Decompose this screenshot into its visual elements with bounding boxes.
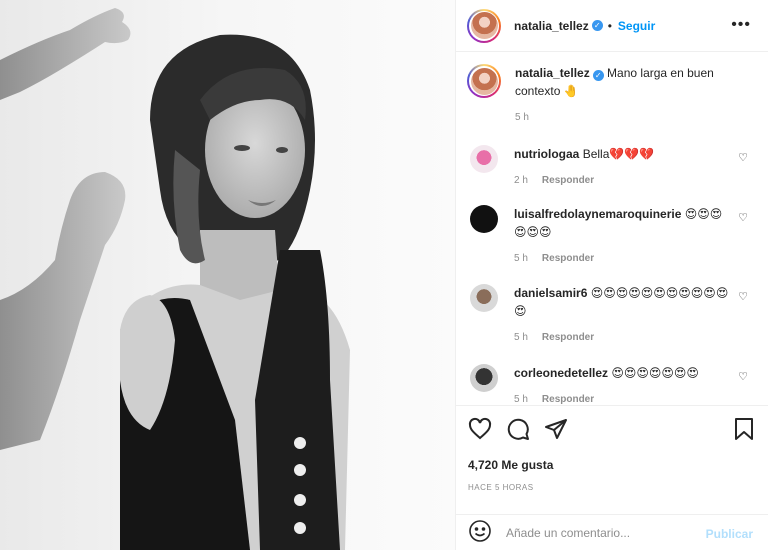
comments-section[interactable]: natalia_tellez ✓ Mano larga en buen conte…: [456, 53, 768, 405]
comment-input[interactable]: [506, 525, 696, 540]
heart-icon[interactable]: [468, 417, 492, 441]
comment-time[interactable]: 2 h: [514, 175, 528, 186]
comment-like-heart-icon[interactable]: ♡: [738, 211, 748, 224]
reply-button[interactable]: Responder: [542, 394, 594, 405]
commenter-username[interactable]: luisalfredolaynemaroquinerie: [514, 207, 681, 221]
commenter-username[interactable]: corleonedetellez: [514, 366, 608, 380]
post-photo[interactable]: [0, 0, 455, 550]
reply-button[interactable]: Responder: [542, 175, 594, 186]
comment-composer: Publicar: [456, 514, 768, 550]
publish-button[interactable]: Publicar: [706, 527, 753, 541]
caption-avatar[interactable]: [467, 64, 501, 98]
post-caption: natalia_tellez ✓ Mano larga en buen conte…: [467, 64, 757, 127]
smiley-icon[interactable]: [468, 519, 492, 546]
reply-button[interactable]: Responder: [542, 332, 594, 343]
likes-count[interactable]: 4,720 Me gusta: [468, 458, 553, 472]
caption-username[interactable]: natalia_tellez: [515, 66, 590, 80]
comment-text: Bella💔💔💔: [582, 147, 655, 161]
comment-item: luisalfredolaynemaroquinerie 😍😍😍😍😍😍 5 hR…: [470, 205, 760, 268]
commenter-username[interactable]: danielsamir6: [514, 286, 587, 300]
posted-time[interactable]: HACE 5 HORAS: [468, 483, 534, 492]
comment-like-heart-icon[interactable]: ♡: [738, 290, 748, 303]
instagram-post: natalia_tellez ✓ • Seguir ••• natalia_te…: [0, 0, 768, 550]
commenter-avatar[interactable]: [470, 145, 498, 173]
commenter-avatar[interactable]: [470, 364, 498, 392]
comment-like-heart-icon[interactable]: ♡: [738, 151, 748, 164]
follow-button[interactable]: Seguir: [618, 19, 655, 33]
comment-item: corleonedetellez 😍😍😍😍😍😍😍 5 h Responder ♡: [470, 364, 760, 405]
paper-plane-icon[interactable]: [544, 417, 568, 441]
commenter-username[interactable]: nutriologaa: [514, 147, 579, 161]
comment-like-heart-icon[interactable]: ♡: [738, 370, 748, 383]
post-actions: 4,720 Me gusta HACE 5 HORAS: [456, 405, 768, 525]
bookmark-icon[interactable]: [733, 417, 755, 441]
comment-item: nutriologaa Bella💔💔💔 2 h Responder ♡: [470, 145, 760, 190]
separator-dot: •: [607, 18, 612, 33]
caption-time[interactable]: 5 h: [515, 112, 529, 123]
commenter-avatar[interactable]: [470, 284, 498, 312]
post-side-panel: natalia_tellez ✓ • Seguir ••• natalia_te…: [455, 0, 768, 550]
avatar-image: [470, 12, 498, 39]
comment-icon[interactable]: [506, 417, 530, 441]
post-header: natalia_tellez ✓ • Seguir •••: [456, 0, 768, 52]
comment-item: danielsamir6 😍😍😍😍😍😍😍😍😍😍😍😍 5 h Responder ♡: [470, 284, 760, 347]
verified-badge-icon: ✓: [591, 20, 603, 31]
author-username[interactable]: natalia_tellez: [514, 19, 589, 33]
more-options-icon[interactable]: •••: [731, 17, 751, 33]
comment-text: 😍😍😍😍😍😍😍: [611, 366, 699, 380]
verified-badge-icon: ✓: [592, 70, 604, 81]
comment-time[interactable]: 5 h: [514, 253, 528, 264]
portrait-image: [0, 0, 455, 550]
author-avatar[interactable]: [467, 8, 501, 43]
comment-time[interactable]: 5 h: [514, 394, 528, 405]
reply-button[interactable]: Responder: [542, 253, 594, 264]
commenter-avatar[interactable]: [470, 205, 498, 233]
comment-time[interactable]: 5 h: [514, 332, 528, 343]
